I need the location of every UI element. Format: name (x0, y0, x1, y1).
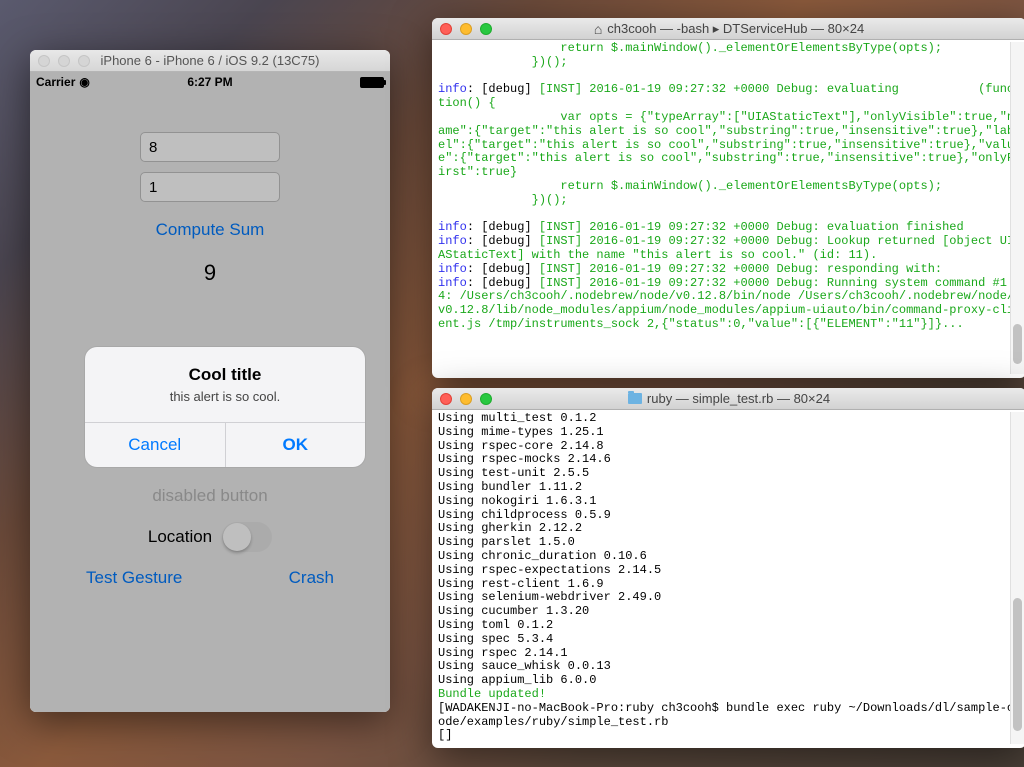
term2-title: ruby — simple_test.rb — 80×24 (432, 391, 1024, 406)
alert-dialog: Cool title this alert is so cool. Cancel… (85, 347, 365, 467)
term1-body[interactable]: return $.mainWindow()._elementOrElements… (432, 40, 1024, 336)
alert-ok-button[interactable]: OK (226, 423, 366, 467)
statusbar: Carrier ◉ 6:27 PM (30, 72, 390, 92)
scrollbar-thumb[interactable] (1013, 598, 1022, 731)
sim-titlebar[interactable]: iPhone 6 - iPhone 6 / iOS 9.2 (13C75) (30, 50, 390, 72)
term1-title: ch3cooh — -bash ▸ DTServiceHub — 80×24 (432, 21, 1024, 37)
scrollbar-thumb[interactable] (1013, 324, 1022, 364)
term1-scrollbar[interactable] (1010, 42, 1024, 374)
simulator-window: iPhone 6 - iPhone 6 / iOS 9.2 (13C75) Ca… (30, 50, 390, 712)
phone-screen: Carrier ◉ 6:27 PM Compute Sum 9 disabled… (30, 72, 390, 712)
sim-window-title: iPhone 6 - iPhone 6 / iOS 9.2 (13C75) (30, 53, 390, 68)
folder-icon (628, 393, 642, 404)
term2-body[interactable]: Using multi_test 0.1.2Using mime-types 1… (432, 410, 1024, 747)
battery-icon (360, 77, 384, 88)
term2-scrollbar[interactable] (1010, 412, 1024, 744)
term2-titlebar[interactable]: ruby — simple_test.rb — 80×24 (432, 388, 1024, 410)
alert-message: this alert is so cool. (99, 389, 351, 404)
status-time: 6:27 PM (30, 75, 390, 89)
alert-cancel-button[interactable]: Cancel (85, 423, 226, 467)
home-icon (594, 21, 602, 37)
terminal-window-top: ch3cooh — -bash ▸ DTServiceHub — 80×24 r… (432, 18, 1024, 378)
alert-title: Cool title (99, 365, 351, 385)
term1-title-text: ch3cooh — -bash ▸ DTServiceHub — 80×24 (607, 21, 864, 37)
term2-title-text: ruby — simple_test.rb — 80×24 (647, 391, 830, 406)
terminal-window-bottom: ruby — simple_test.rb — 80×24 Using mult… (432, 388, 1024, 748)
term1-titlebar[interactable]: ch3cooh — -bash ▸ DTServiceHub — 80×24 (432, 18, 1024, 40)
